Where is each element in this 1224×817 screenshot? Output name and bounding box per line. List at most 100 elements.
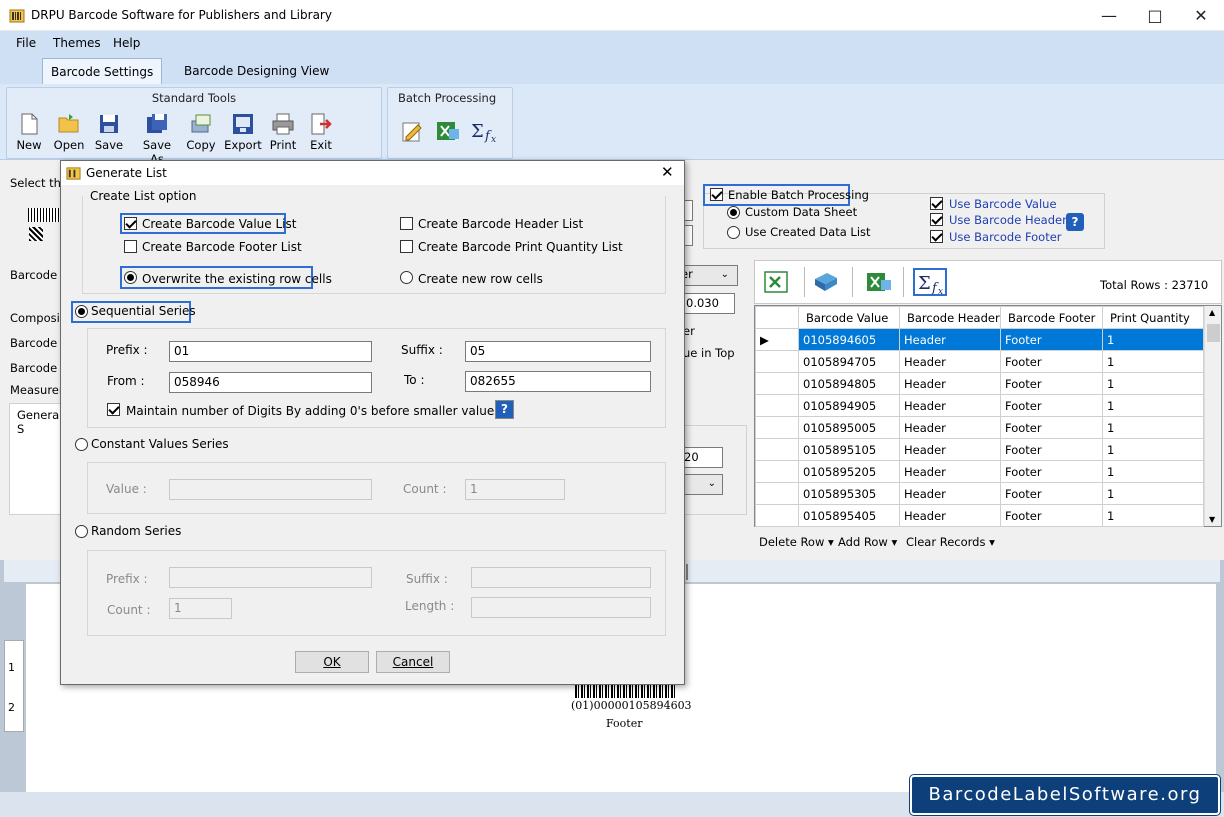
excel-export-icon[interactable] (764, 271, 788, 293)
table-cell[interactable]: 1 (1102, 350, 1204, 373)
to-input[interactable]: 082655 (465, 371, 651, 392)
copy-button[interactable]: Copy (181, 110, 221, 152)
delete-row-button[interactable]: Delete Row ▾ (759, 535, 834, 549)
col-barcode-header[interactable]: Barcode Header (899, 306, 1001, 329)
new-button[interactable]: New (9, 110, 49, 152)
table-cell[interactable]: Header (899, 460, 1001, 483)
table-row[interactable]: ▶ 0105894605 Header Footer 1 (755, 328, 1204, 351)
table-cell[interactable]: Footer (1000, 460, 1103, 483)
sequential-radio[interactable] (75, 305, 88, 318)
row-header[interactable] (755, 460, 799, 483)
row-header[interactable] (755, 394, 799, 417)
table-row[interactable]: 0105895005 Header Footer 1 (755, 416, 1204, 439)
save-button[interactable]: Save (89, 110, 129, 152)
create-value-list-checkbox[interactable] (124, 217, 137, 230)
table-cell[interactable]: Footer (1000, 372, 1103, 395)
tab-barcode-designing-view[interactable]: Barcode Designing View (176, 58, 337, 85)
table-cell[interactable]: Footer (1000, 328, 1103, 351)
table-cell[interactable]: Footer (1000, 416, 1103, 439)
col-print-quantity[interactable]: Print Quantity (1102, 306, 1204, 329)
create-qty-list-checkbox[interactable] (400, 240, 413, 253)
bg-dropdown-3[interactable]: ⌄ (683, 474, 723, 495)
generate-list-button[interactable]: Σfx (913, 268, 947, 296)
table-cell[interactable]: Footer (1000, 438, 1103, 461)
create-footer-list-checkbox[interactable] (124, 240, 137, 253)
data-grid[interactable]: Barcode Value Barcode Header Barcode Foo… (754, 305, 1222, 527)
from-input[interactable]: 058946 (169, 372, 372, 393)
scroll-thumb[interactable] (1207, 324, 1220, 342)
help-icon[interactable]: ? (495, 400, 514, 419)
table-cell[interactable]: 1 (1102, 394, 1204, 417)
table-cell[interactable]: 1 (1102, 460, 1204, 483)
table-cell[interactable]: 0105895105 (798, 438, 900, 461)
clear-records-button[interactable]: Clear Records ▾ (906, 535, 995, 549)
table-cell[interactable]: 0105894605 (798, 328, 900, 351)
table-cell[interactable]: Header (899, 482, 1001, 505)
custom-data-sheet-radio[interactable] (727, 206, 740, 219)
save-as-button[interactable]: Save As (135, 110, 179, 166)
edit-list-icon[interactable] (400, 119, 424, 143)
row-header[interactable] (755, 504, 799, 527)
table-row[interactable]: 0105895405 Header Footer 1 (755, 504, 1204, 527)
random-suffix-input[interactable] (471, 567, 651, 588)
maintain-digits-checkbox[interactable] (107, 403, 120, 416)
table-cell[interactable]: 0105895005 (798, 416, 900, 439)
add-row-button[interactable]: Add Row ▾ (838, 535, 897, 549)
table-cell[interactable]: 0105894805 (798, 372, 900, 395)
table-row[interactable]: 0105895205 Header Footer 1 (755, 460, 1204, 483)
row-header[interactable] (755, 416, 799, 439)
bg-spin-input-2[interactable]: 20 (683, 447, 723, 468)
dialog-close-icon[interactable]: ✕ (661, 163, 674, 181)
linear-barcode-icon[interactable] (28, 208, 60, 222)
table-cell[interactable]: Header (899, 394, 1001, 417)
overwrite-radio[interactable] (124, 271, 137, 284)
minimize-button[interactable]: — (1086, 0, 1132, 31)
2d-barcode-icon[interactable] (29, 227, 43, 241)
table-cell[interactable]: 1 (1102, 416, 1204, 439)
create-new-rows-radio[interactable] (400, 271, 413, 284)
table-row[interactable]: 0105894905 Header Footer 1 (755, 394, 1204, 417)
table-cell[interactable]: Footer (1000, 504, 1103, 527)
open-button[interactable]: Open (49, 110, 89, 152)
table-cell[interactable]: 0105894705 (798, 350, 900, 373)
excel-import-icon[interactable] (435, 119, 461, 143)
table-row[interactable]: 0105894805 Header Footer 1 (755, 372, 1204, 395)
table-cell[interactable]: Header (899, 328, 1001, 351)
exit-button[interactable]: Exit (301, 110, 341, 152)
value-input[interactable] (169, 479, 372, 500)
formula-sigma-icon[interactable]: Σfx (470, 119, 498, 143)
table-cell[interactable]: Footer (1000, 394, 1103, 417)
table-cell[interactable]: Footer (1000, 350, 1103, 373)
menu-help[interactable]: Help (113, 36, 140, 50)
menu-file[interactable]: File (16, 36, 36, 50)
use-footer-checkbox[interactable] (930, 230, 943, 243)
table-row[interactable]: 0105895305 Header Footer 1 (755, 482, 1204, 505)
row-header[interactable]: ▶ (755, 328, 799, 351)
table-cell[interactable]: 0105895205 (798, 460, 900, 483)
bg-spin-input[interactable]: 0.030 (683, 293, 735, 314)
table-cell[interactable]: 0105894905 (798, 394, 900, 417)
table-row[interactable]: 0105895105 Header Footer 1 (755, 438, 1204, 461)
random-radio[interactable] (75, 525, 88, 538)
table-cell[interactable]: Header (899, 438, 1001, 461)
maximize-button[interactable]: □ (1132, 0, 1178, 31)
help-icon[interactable]: ? (1066, 213, 1084, 231)
random-count-spinner[interactable]: 1 (169, 598, 232, 619)
constant-radio[interactable] (75, 438, 88, 451)
menu-themes[interactable]: Themes (53, 36, 101, 50)
database-icon[interactable] (813, 271, 839, 293)
cancel-button[interactable]: Cancel (376, 651, 450, 673)
col-barcode-value[interactable]: Barcode Value (798, 306, 900, 329)
table-cell[interactable]: 1 (1102, 504, 1204, 527)
random-length-input[interactable] (471, 597, 651, 618)
col-barcode-footer[interactable]: Barcode Footer (1000, 306, 1103, 329)
count-spinner[interactable]: 1 (465, 479, 565, 500)
use-header-checkbox[interactable] (930, 213, 943, 226)
row-header[interactable] (755, 438, 799, 461)
table-cell[interactable]: Header (899, 350, 1001, 373)
random-prefix-input[interactable] (169, 567, 372, 588)
table-cell[interactable]: Header (899, 416, 1001, 439)
row-header[interactable] (755, 350, 799, 373)
suffix-input[interactable]: 05 (465, 341, 651, 362)
use-created-list-radio[interactable] (727, 226, 740, 239)
